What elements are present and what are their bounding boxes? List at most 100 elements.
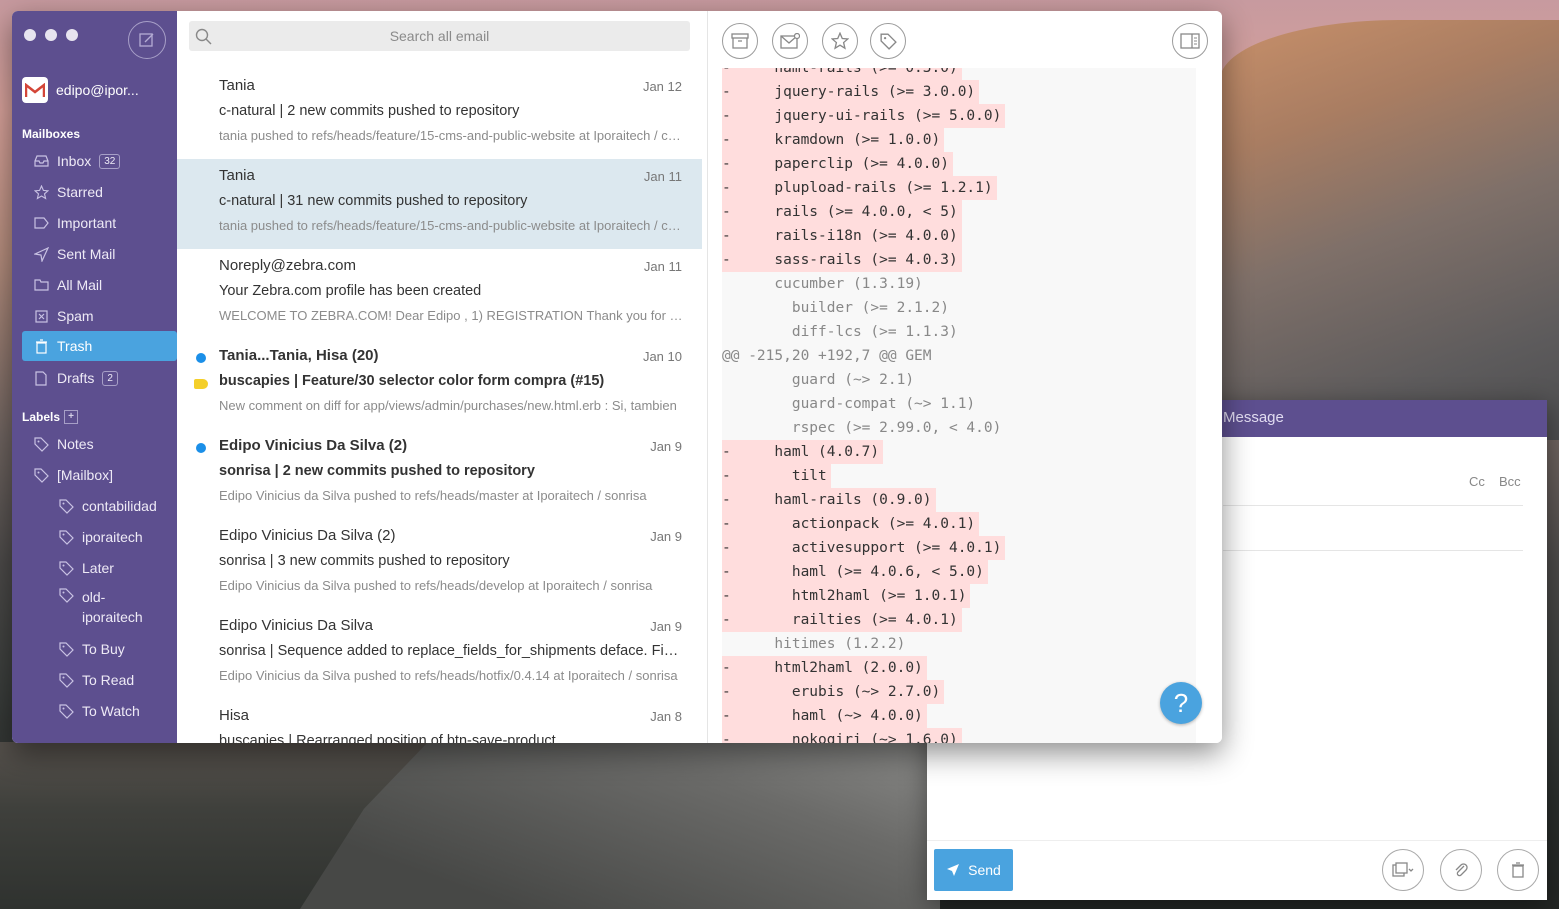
toggle-panel-button[interactable] <box>1172 23 1208 59</box>
close-window-button[interactable] <box>24 29 36 41</box>
message-subject: buscapies | Rearranged position of btn-s… <box>219 733 556 743</box>
message-sender: Edipo Vinicius Da Silva <box>219 617 373 634</box>
sidebar: edipo@ipor... Mailboxes Inbox 32 Starred… <box>12 11 177 743</box>
diff-line-removed: - haml-rails (0.9.0) <box>722 488 936 512</box>
message-sender: Edipo Vinicius Da Silva (2) <box>219 437 408 454</box>
sidebar-item-all-mail[interactable]: All Mail <box>22 270 177 300</box>
sidebar-label-iporaitech[interactable]: iporaitech <box>22 522 177 552</box>
star-button[interactable] <box>822 23 858 59</box>
diff-line-context: guard (~> 2.1) <box>722 372 915 388</box>
message-subject: c-natural | 2 new commits pushed to repo… <box>219 103 520 119</box>
message-row[interactable]: Edipo Vinicius Da Silva (2) Jan 9 sonris… <box>177 429 702 519</box>
diff-line-context: @@ -215,20 +192,7 @@ GEM <box>722 348 932 364</box>
message-row[interactable]: Hisa Jan 8 buscapies | Rearranged positi… <box>177 699 702 743</box>
tag-icon <box>58 587 74 603</box>
help-button[interactable]: ? <box>1160 682 1202 724</box>
message-row[interactable]: Tania Jan 12 c-natural | 2 new commits p… <box>177 69 702 159</box>
diff-line-removed: - jquery-ui-rails (>= 5.0.0) <box>722 104 1006 128</box>
star-icon <box>33 184 49 200</box>
message-row[interactable]: Edipo Vinicius Da Silva (2) Jan 9 sonris… <box>177 519 702 609</box>
send-button[interactable]: Send <box>934 849 1013 891</box>
sidebar-item-inbox[interactable]: Inbox 32 <box>22 146 177 176</box>
template-button[interactable] <box>1382 849 1424 891</box>
sidebar-item-label: Inbox <box>57 153 92 169</box>
sidebar-label-later[interactable]: Later <box>22 553 177 583</box>
message-snippet: tania pushed to refs/heads/feature/15-cm… <box>219 218 684 233</box>
sidebar-item-label: Spam <box>57 308 94 324</box>
account-switcher[interactable]: edipo@ipor... <box>22 77 139 103</box>
zoom-window-button[interactable] <box>66 29 78 41</box>
diff-line-removed: - jquery-rails (>= 3.0.0) <box>722 80 980 104</box>
sidebar-label-contabilidad[interactable]: contabilidad <box>22 491 177 521</box>
sidebar-item-label-wrap: old- iporaitech <box>82 587 143 627</box>
compose-button[interactable] <box>128 21 166 59</box>
sidebar-label-notes[interactable]: Notes <box>22 429 177 459</box>
sidebar-item-important[interactable]: Important <box>22 208 177 238</box>
sidebar-item-trash[interactable]: Trash <box>22 331 177 361</box>
sidebar-item-spam[interactable]: Spam <box>22 301 177 331</box>
sidebar-item-label: To Read <box>82 672 135 688</box>
diff-line-removed: - html2haml (>= 1.0.1) <box>722 584 971 608</box>
message-date: Jan 12 <box>642 79 682 94</box>
tag-icon <box>58 529 74 545</box>
sidebar-item-label: Starred <box>57 184 103 200</box>
message-sender: Edipo Vinicius Da Silva (2) <box>219 527 396 544</box>
message-date: Jan 8 <box>650 709 682 724</box>
sidebar-label-to-buy[interactable]: To Buy <box>22 634 177 664</box>
message-row[interactable]: Tania...Tania, Hisa (20) Jan 10 buscapie… <box>177 339 702 429</box>
message-row[interactable]: Noreply@zebra.com Jan 11 Your Zebra.com … <box>177 249 702 339</box>
message-snippet: Edipo Vinicius da Silva pushed to refs/h… <box>219 578 653 593</box>
unread-count-badge: 32 <box>99 153 121 169</box>
window-controls <box>24 29 78 41</box>
message-snippet: tania pushed to refs/heads/feature/15-cm… <box>219 128 684 143</box>
reading-pane: - haml-rails (>= 0.3.0) - jquery-rails (>… <box>708 11 1222 743</box>
message-row[interactable]: Edipo Vinicius Da Silva Jan 9 sonrisa | … <box>177 609 702 699</box>
tag-icon <box>58 560 74 576</box>
archive-icon <box>731 33 749 49</box>
diff-line-context: diff-lcs (>= 1.1.3) <box>722 324 958 340</box>
diff-line-removed: - sass-rails (>= 4.0.3) <box>722 248 962 272</box>
diff-line-removed: - rails (>= 4.0.0, < 5) <box>722 200 962 224</box>
tag-icon <box>33 467 49 483</box>
search-input[interactable]: Search all email <box>189 21 690 51</box>
diff-line-removed: - rails-i18n (>= 4.0.0) <box>722 224 962 248</box>
minimize-window-button[interactable] <box>45 29 57 41</box>
label-button[interactable] <box>870 23 906 59</box>
sidebar-label-to-watch[interactable]: To Watch <box>22 696 177 726</box>
cc-link[interactable]: Cc <box>1469 474 1485 489</box>
compose-field-divider <box>1223 505 1523 506</box>
sidebar-label-mailbox[interactable]: [Mailbox] <box>22 460 177 490</box>
important-icon <box>33 215 49 231</box>
tag-icon <box>58 672 74 688</box>
diff-line-removed: - tilt <box>722 464 831 488</box>
sidebar-item-sent-mail[interactable]: Sent Mail <box>22 239 177 269</box>
trash-icon <box>33 338 49 354</box>
diff-line-context: guard-compat (~> 1.1) <box>722 396 976 412</box>
archive-button[interactable] <box>722 23 758 59</box>
message-subject: c-natural | 31 new commits pushed to rep… <box>219 193 528 209</box>
message-date: Jan 9 <box>650 529 682 544</box>
mark-unread-button[interactable] <box>772 23 808 59</box>
message-date: Jan 11 <box>643 169 682 184</box>
sidebar-item-starred[interactable]: Starred <box>22 177 177 207</box>
diff-line-context: hitimes (1.2.2) <box>722 636 906 652</box>
message-row-selected[interactable]: Tania Jan 11 c-natural | 31 new commits … <box>177 159 702 249</box>
compose-field-divider <box>1223 550 1523 551</box>
sidebar-panel-icon <box>1180 33 1200 49</box>
compose-icon <box>139 33 154 47</box>
sidebar-item-drafts[interactable]: Drafts 2 <box>22 363 177 393</box>
message-date: Jan 9 <box>650 439 682 454</box>
attach-button[interactable] <box>1440 849 1482 891</box>
discard-button[interactable] <box>1497 849 1539 891</box>
sidebar-label-old-iporaitech[interactable]: old- iporaitech <box>22 587 177 627</box>
diff-line-context: cucumber (1.3.19) <box>722 276 923 292</box>
diff-line-removed: - activesupport (>= 4.0.1) <box>722 536 1006 560</box>
drafts-count-badge: 2 <box>102 370 118 386</box>
sidebar-item-label: To Watch <box>82 703 140 719</box>
bcc-link[interactable]: Bcc <box>1499 474 1521 489</box>
paper-plane-icon <box>947 864 960 876</box>
diff-line-removed: - haml-rails (>= 0.3.0) <box>722 68 962 80</box>
add-label-button[interactable]: + <box>64 410 79 424</box>
sidebar-item-label: Trash <box>57 338 93 354</box>
sidebar-label-to-read[interactable]: To Read <box>22 665 177 695</box>
